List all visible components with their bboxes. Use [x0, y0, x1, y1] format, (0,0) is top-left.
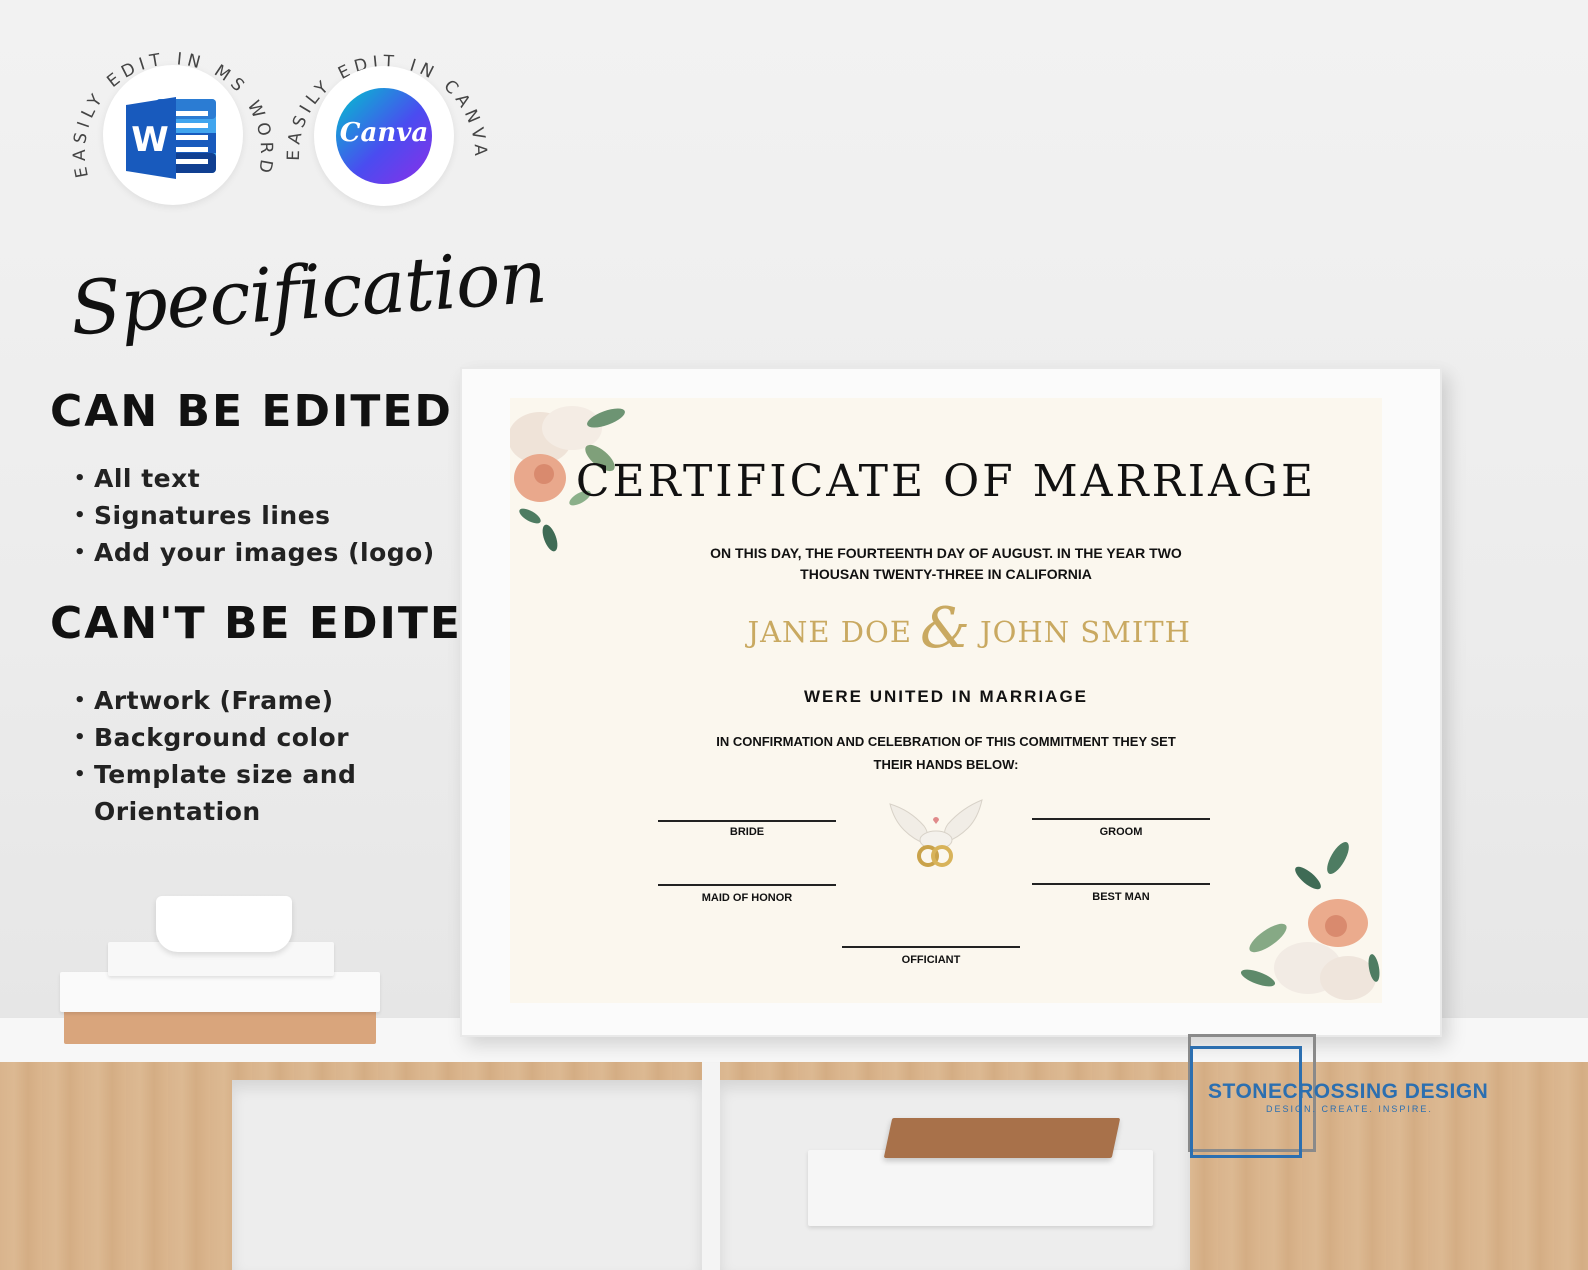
white-bowl [156, 896, 292, 952]
ampersand: & [920, 596, 970, 661]
best-man-signature-line [1032, 883, 1210, 885]
united-in-marriage: WERE UNITED IN MARRIAGE [804, 687, 1088, 706]
list-item: Signatures lines [50, 497, 435, 534]
bride-label: BRIDE [729, 826, 765, 838]
cant-be-edited-list: Artwork (Frame) Background color Templat… [50, 682, 356, 830]
list-item: Add your images (logo) [50, 534, 435, 571]
brown-book [883, 1118, 1121, 1158]
groom-signature-line [1032, 818, 1210, 820]
list-item: Background color [50, 719, 356, 756]
officiant-signature-line [842, 946, 1020, 948]
certificate-title: CERTIFICATE OF MARRIAGE [575, 456, 1317, 507]
maid-of-honor-signature-line [658, 884, 836, 886]
book-middle [60, 972, 380, 1012]
canva-badge: EASILY EDIT IN CANVA Canva [282, 34, 492, 244]
confirm-line-2: THEIR HANDS BELOW: [873, 757, 1019, 772]
floral-bottom-right-icon [1240, 842, 1380, 1000]
groom-label: GROOM [1099, 826, 1143, 838]
list-item: Artwork (Frame) [50, 682, 356, 719]
list-item: All text [50, 460, 435, 497]
cabinet-divider [702, 1062, 720, 1270]
cabinet-cubby-left [232, 1080, 702, 1270]
book-bottom [64, 1010, 376, 1044]
list-item: Template size and [50, 756, 356, 793]
word-badge: EASILY EDIT IN MS WORD W [68, 30, 278, 240]
ms-word-icon: W [126, 93, 218, 187]
officiant-label: OFFICIANT [901, 954, 961, 966]
can-be-edited-list: All text Signatures lines Add your image… [50, 460, 435, 571]
canva-logo-text: Canva [339, 118, 429, 148]
intro-line-1: ON THIS DAY, THE FOURTEENTH DAY OF AUGUS… [710, 545, 1182, 561]
brand-name: STONECROSSING DESIGN [1208, 1080, 1489, 1103]
groom-name: JOHN SMITH [980, 615, 1191, 649]
maid-of-honor-label: MAID OF HONOR [701, 892, 793, 904]
bride-name: JANE DOE [747, 615, 912, 649]
brand-tagline: DESIGN. CREATE. INSPIRE. [1266, 1104, 1433, 1114]
cant-be-edited-heading: CAN'T BE EDITED [50, 598, 501, 649]
marriage-certificate: CERTIFICATE OF MARRIAGE ON THIS DAY, THE… [510, 398, 1382, 1003]
svg-text:W: W [131, 120, 169, 160]
can-be-edited-heading: CAN BE EDITED [50, 386, 453, 437]
doves-rings-icon [889, 799, 983, 867]
bride-signature-line [658, 820, 836, 822]
intro-line-2: THOUSAN TWENTY-THREE IN CALIFORNIA [800, 566, 1092, 582]
confirm-line-1: IN CONFIRMATION AND CELEBRATION OF THIS … [716, 734, 1176, 749]
white-book [808, 1150, 1153, 1226]
best-man-label: BEST MAN [1092, 891, 1150, 903]
list-item-continuation: Orientation [94, 797, 261, 826]
